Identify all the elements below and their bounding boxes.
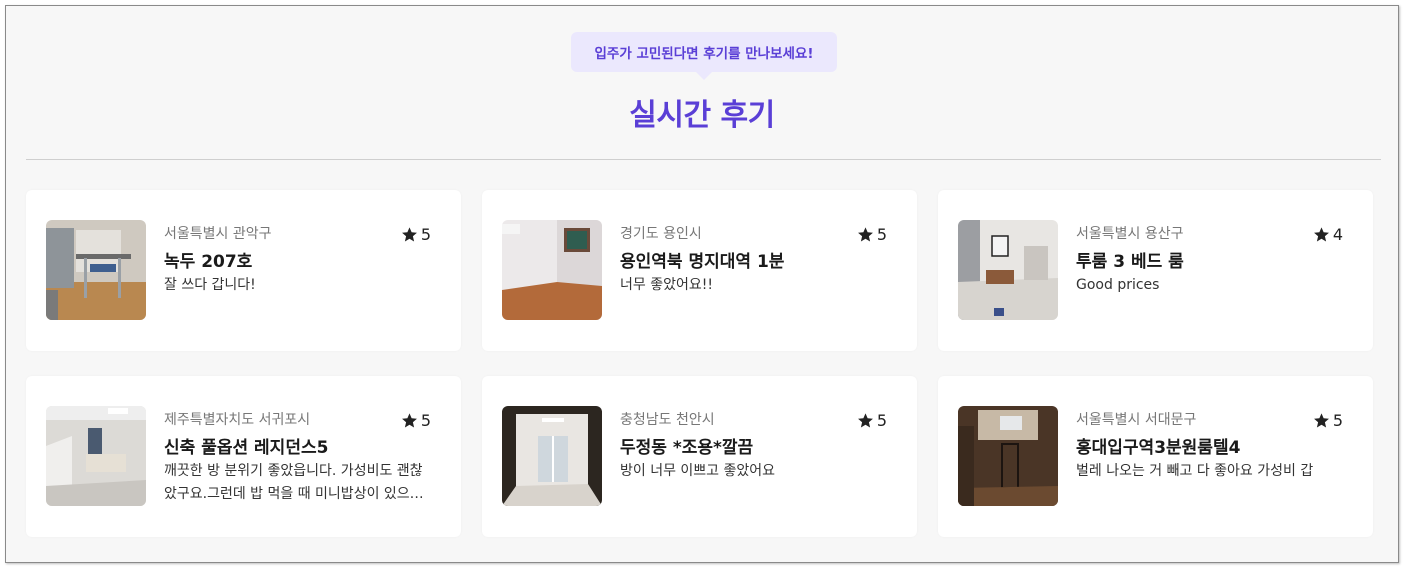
review-title[interactable]: 신축 풀옵션 레지던스5 [164,433,434,458]
review-region: 서울특별시 서대문구 [1076,412,1197,428]
review-card[interactable]: 서울특별시 용산구 4 투룸 3 베드 룸 Good prices [938,190,1373,351]
star-icon [401,227,417,242]
rating-value: 4 [1332,225,1343,244]
review-title[interactable]: 두정동 *조용*깔끔 [620,433,890,458]
reviews-section: 입주가 고민된다면 후기를 만나보세요! 실시간 후기 서울특별시 관악구 5 … [5,5,1399,563]
review-region: 충청남도 천안시 [620,412,715,428]
review-region: 제주특별자치도 서귀포시 [164,412,311,428]
review-title[interactable]: 용인역북 명지대역 1분 [620,247,890,272]
star-icon [401,413,417,428]
speech-bubble: 입주가 고민된다면 후기를 만나보세요! [571,32,837,80]
review-title[interactable]: 녹두 207호 [164,247,434,272]
star-icon [1313,413,1329,428]
review-rating: 5 [1313,411,1343,430]
rating-value: 5 [1332,411,1343,430]
star-icon [1313,227,1329,242]
review-title[interactable]: 투룸 3 베드 룸 [1076,247,1346,272]
review-grid: 서울특별시 관악구 5 녹두 207호 잘 쓰다 갑니다! 경기도 용인시 5 … [26,190,1373,537]
rating-value: 5 [876,225,887,244]
review-region: 경기도 용인시 [620,226,702,242]
room-photo-thumbnail[interactable] [502,220,602,320]
star-icon [857,413,873,428]
review-card[interactable]: 경기도 용인시 5 용인역북 명지대역 1분 너무 좋았어요!! [482,190,917,351]
review-rating: 5 [401,411,431,430]
room-photo-thumbnail[interactable] [46,220,146,320]
review-text: Good prices [1076,277,1160,293]
room-photo-thumbnail[interactable] [958,406,1058,506]
review-text: 깨끗한 방 분위기 좋았읍니다. 가성비도 괜찮았구요.그런데 밥 먹을 때 미… [164,463,423,502]
section-title: 실시간 후기 [629,98,775,133]
divider [26,159,1381,160]
review-card[interactable]: 서울특별시 관악구 5 녹두 207호 잘 쓰다 갑니다! [26,190,461,351]
room-photo-thumbnail[interactable] [958,220,1058,320]
review-rating: 5 [401,225,431,244]
review-rating: 5 [857,411,887,430]
rating-value: 5 [876,411,887,430]
star-icon [857,227,873,242]
rating-value: 5 [420,411,431,430]
review-text: 너무 좋았어요!! [620,277,713,293]
rating-value: 5 [420,225,431,244]
room-photo-thumbnail[interactable] [46,406,146,506]
review-rating: 4 [1313,225,1343,244]
review-text: 벌레 나오는 거 빼고 다 좋아요 가성비 갑 [1076,463,1314,479]
review-text: 잘 쓰다 갑니다! [164,277,256,293]
review-rating: 5 [857,225,887,244]
review-card[interactable]: 충청남도 천안시 5 두정동 *조용*깔끔 방이 너무 이쁘고 좋았어요 [482,376,917,537]
review-card[interactable]: 제주특별자치도 서귀포시 5 신축 풀옵션 레지던스5 깨끗한 방 분위기 좋았… [26,376,461,537]
room-photo-thumbnail[interactable] [502,406,602,506]
review-region: 서울특별시 관악구 [164,226,272,242]
review-title[interactable]: 홍대입구역3분원룸텔4 [1076,433,1346,458]
review-text: 방이 너무 이쁘고 좋았어요 [620,463,776,479]
review-region: 서울특별시 용산구 [1076,226,1184,242]
review-card[interactable]: 서울특별시 서대문구 5 홍대입구역3분원룸텔4 벌레 나오는 거 빼고 다 좋… [938,376,1373,537]
